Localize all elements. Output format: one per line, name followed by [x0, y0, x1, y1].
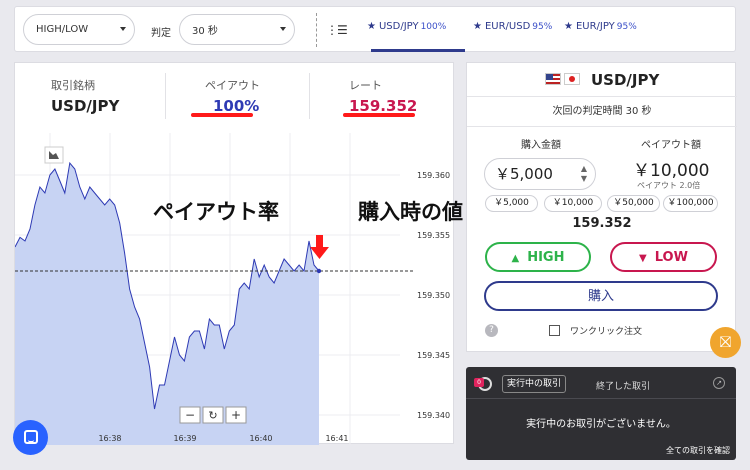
trades-count-badge: 0 [474, 378, 484, 387]
divider [165, 73, 166, 119]
chat-icon [24, 430, 38, 444]
tab-payout: 95% [532, 22, 553, 32]
tab-payout: 100% [420, 22, 447, 32]
pair-header: USD/JPY [467, 63, 737, 97]
star-icon: ★ [564, 21, 573, 32]
payout-amount-value: ￥10,000 [633, 161, 710, 181]
triangle-down-icon: ▼ [639, 253, 647, 264]
menu-icon[interactable]: ⋮☰ [326, 23, 348, 37]
high-label: HIGH [527, 250, 565, 265]
low-button[interactable]: ▼ LOW [610, 242, 717, 272]
y-tick-label: 159.345 [417, 351, 450, 360]
chip-50000[interactable]: ￥50,000 [607, 195, 660, 212]
judge-time-select[interactable]: 30 秒 [179, 14, 295, 45]
trades-panel: 0 実行中の取引 終了した取引 ↗ 実行中のお取引がございません。 全ての取引を… [466, 367, 736, 460]
order-panel: USD/JPY 次回の判定時間 30 秒 購入金額 ペイアウト額 ￥5,000 … [466, 62, 737, 352]
trade-type-select[interactable]: HIGH/LOW [23, 14, 135, 45]
y-tick-label: 159.340 [417, 411, 450, 420]
annotation-payout-rate: ペイアウト率 [153, 200, 279, 224]
refresh-icon: ↻ [208, 409, 217, 422]
annotation-purchase-value: 購入時の値 [358, 200, 463, 224]
rate-label: レート [349, 79, 382, 92]
tab-payout: 95% [616, 22, 637, 32]
oneclick-label: ワンクリック注文 [570, 327, 643, 337]
current-price-dot [316, 268, 322, 274]
symbol-value: USD/JPY [51, 97, 120, 115]
gift-icon[interactable]: ⛝ [710, 327, 741, 358]
tab-eurjpy[interactable]: ★ EUR/JPY 95% [564, 21, 637, 32]
x-tick-label: 16:40 [249, 434, 272, 443]
amount-stepper[interactable]: ▲ ▼ [581, 164, 587, 184]
payout-multiplier: ペイアウト 2.0倍 [637, 181, 701, 190]
divider [316, 13, 317, 47]
pair-name: USD/JPY [591, 71, 660, 89]
chart-panel: 取引銘柄 USD/JPY ペイアウト 100% レート 159.352 159.… [14, 62, 463, 445]
x-tick-label: 16:38 [98, 434, 121, 443]
tab-usdjpy[interactable]: ★ USD/JPY 100% [367, 21, 446, 32]
amount-label: 購入金額 [521, 140, 561, 151]
buy-button[interactable]: 購入 [484, 281, 718, 311]
jp-flag-icon [564, 73, 580, 85]
symbol-label: 取引銘柄 [51, 79, 95, 92]
top-bar: HIGH/LOW 判定 30 秒 ⋮☰ ★ USD/JPY 100% ★ EUR/US… [14, 6, 736, 52]
us-flag-icon [545, 73, 561, 85]
stats-header: 取引銘柄 USD/JPY ペイアウト 100% レート 159.352 [15, 63, 455, 133]
chart-type-icon[interactable] [44, 146, 64, 164]
payout-stat: ペイアウト 100% [205, 77, 260, 115]
trades-tabs: 0 実行中の取引 終了した取引 ↗ [466, 367, 736, 399]
zoom-controls: − ↻ + [179, 406, 247, 424]
active-tab-indicator [371, 49, 465, 52]
symbol-stat: 取引銘柄 USD/JPY [51, 77, 119, 115]
tab-active-trades[interactable]: 実行中の取引 [502, 375, 567, 393]
view-all-trades-link[interactable]: 全ての取引を確認 [666, 445, 730, 456]
tab-ended-trades[interactable]: 終了した取引 [596, 379, 650, 392]
low-label: LOW [654, 250, 688, 265]
no-trades-message: 実行中のお取引がございません。 [526, 419, 676, 430]
tab-pair: USD/JPY [378, 21, 419, 32]
y-tick-label: 159.350 [417, 291, 450, 300]
amount-input[interactable]: ￥5,000 ▲ ▼ [484, 158, 596, 190]
current-rate: 159.352 [572, 216, 632, 231]
star-icon: ★ [473, 21, 482, 32]
next-judge-time: 次回の判定時間 30 秒 [467, 97, 737, 127]
down-arrow-icon [310, 235, 329, 259]
plus-icon: + [231, 408, 241, 422]
trade-type-value: HIGH/LOW [36, 24, 89, 35]
triangle-up-icon: ▲ [511, 253, 520, 264]
judge-time-value: 30 秒 [192, 26, 218, 37]
x-tick-label: 16:39 [173, 434, 196, 443]
oneclick-checkbox[interactable] [549, 325, 560, 336]
high-button[interactable]: ▲ HIGH [485, 242, 591, 272]
judge-label: 判定 [151, 28, 171, 39]
chip-5000[interactable]: ￥5,000 [485, 195, 538, 212]
expand-icon[interactable]: ↗ [713, 377, 725, 389]
rate-highlight-underline [343, 113, 415, 117]
chevron-down-icon [120, 27, 126, 31]
rate-stat: レート 159.352 [349, 77, 417, 115]
price-chart[interactable]: 159.360 159.355 159.350 159.345 159.340 16:3… [15, 133, 455, 445]
payout-amount-label: ペイアウト額 [641, 140, 701, 151]
chip-10000[interactable]: ￥10,000 [544, 195, 602, 212]
tab-eurusd[interactable]: ★ EUR/USD 95% [473, 21, 552, 32]
chip-100000[interactable]: ￥100,000 [663, 195, 718, 212]
y-tick-label: 159.360 [417, 171, 450, 180]
star-icon: ★ [367, 21, 376, 32]
chevron-down-icon [280, 27, 286, 31]
payout-label: ペイアウト [205, 79, 260, 92]
y-tick-label: 159.355 [417, 231, 450, 240]
payout-highlight-underline [191, 113, 253, 117]
help-icon[interactable]: ? [485, 324, 498, 337]
tab-pair: EUR/USD [484, 21, 531, 32]
x-tick-label: 16:41 [325, 434, 348, 443]
tab-pair: EUR/JPY [575, 21, 615, 32]
divider [309, 73, 310, 119]
chat-button[interactable] [13, 420, 48, 455]
amount-value: ￥5,000 [495, 165, 553, 183]
minus-icon: − [185, 408, 195, 422]
